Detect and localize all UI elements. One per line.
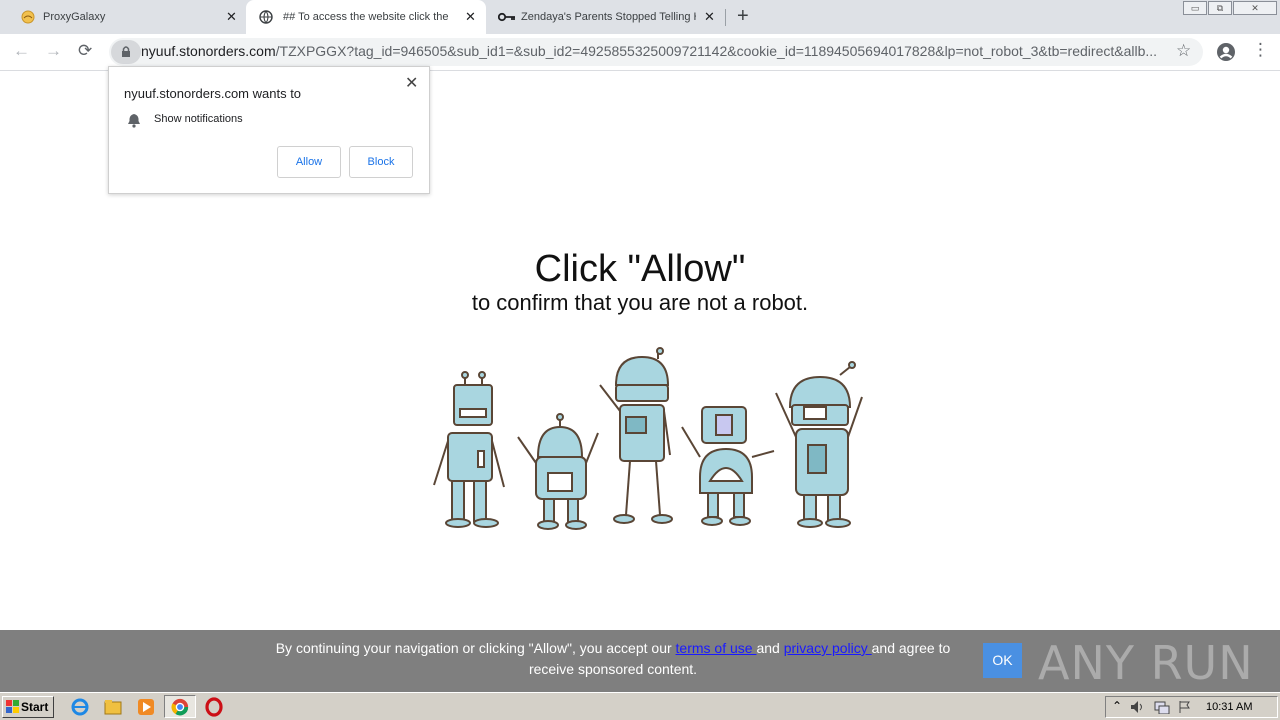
windows-logo-icon: [6, 700, 19, 713]
allow-button[interactable]: Allow: [277, 146, 341, 178]
page-headline: Click "Allow": [534, 248, 746, 290]
permission-label: Show notifications: [154, 113, 243, 125]
profile-avatar-icon[interactable]: [1216, 42, 1236, 62]
ok-button[interactable]: OK: [983, 643, 1022, 678]
url-text[interactable]: nyuuf.stonorders.com/TZXPGGX?tag_id=9465…: [141, 43, 1161, 59]
tab-label: Zendaya's Parents Stopped Telling H: [521, 11, 696, 23]
tab-separator: [725, 9, 726, 26]
tab-close-icon[interactable]: ✕: [465, 9, 476, 25]
cookie-consent-text: By continuing your navigation or clickin…: [258, 638, 968, 680]
bell-icon: [128, 114, 140, 128]
tab-label: ProxyGalaxy: [43, 11, 106, 23]
restore-window-button[interactable]: ⧉: [1208, 1, 1232, 15]
internet-explorer-icon[interactable]: [70, 697, 90, 717]
page-subline: to confirm that you are not a robot.: [471, 290, 809, 315]
globe-icon: [259, 10, 273, 24]
tab-active[interactable]: ## To access the website click the "A ✕: [246, 0, 486, 34]
privacy-policy-link[interactable]: privacy policy: [784, 640, 872, 656]
popup-close-icon[interactable]: ✕: [405, 73, 418, 93]
new-tab-icon[interactable]: +: [737, 5, 749, 28]
key-icon: [498, 12, 515, 22]
back-arrow-icon[interactable]: ←: [13, 41, 30, 61]
file-explorer-icon[interactable]: [103, 697, 123, 717]
lock-icon: [122, 46, 130, 57]
robot-3-figure: [599, 347, 673, 524]
volume-icon[interactable]: [1130, 700, 1146, 714]
address-bar[interactable]: nyuuf.stonorders.com/TZXPGGX?tag_id=9465…: [109, 38, 1203, 66]
robot-5-figure: [775, 361, 863, 528]
chrome-icon: [171, 698, 189, 716]
tab-zendaya[interactable]: Zendaya's Parents Stopped Telling H ✕: [486, 0, 724, 34]
tab-proxygalaxy[interactable]: ProxyGalaxy ✕: [8, 0, 246, 34]
action-center-flag-icon[interactable]: [1178, 700, 1192, 714]
proxygalaxy-favicon-icon: [21, 10, 35, 24]
robot-2-figure: [517, 413, 599, 530]
opera-icon[interactable]: [204, 697, 224, 717]
tab-strip: ProxyGalaxy ✕ ## To access the website c…: [0, 0, 1280, 34]
system-tray: ⌃ 10:31 AM: [1105, 696, 1278, 718]
tray-expand-icon[interactable]: ⌃: [1112, 699, 1122, 713]
reload-icon[interactable]: ⟳: [78, 41, 92, 61]
consent-text-and: and: [756, 640, 784, 656]
tab-label: ## To access the website click the "A: [283, 11, 451, 23]
url-host: nyuuf.stonorders.com: [141, 43, 276, 59]
network-icon[interactable]: [1154, 700, 1170, 714]
consent-text-start: By continuing your navigation or clickin…: [275, 640, 676, 656]
bookmark-star-icon[interactable]: ☆: [1176, 41, 1191, 61]
chrome-taskbar-button[interactable]: [164, 695, 196, 718]
notification-permission-popup: nyuuf.stonorders.com wants to ✕ Show not…: [108, 66, 430, 194]
site-info-chip[interactable]: [111, 40, 141, 64]
menu-kebab-icon[interactable]: ⋮: [1252, 40, 1269, 60]
anyrun-watermark: ANY RUN: [1038, 636, 1254, 690]
tab-close-icon[interactable]: ✕: [704, 9, 715, 25]
start-label: Start: [21, 700, 49, 714]
media-player-icon[interactable]: [136, 697, 156, 717]
robot-4-figure: [681, 406, 775, 526]
tab-close-icon[interactable]: ✕: [226, 9, 237, 25]
taskbar-clock[interactable]: 10:31 AM: [1206, 701, 1252, 713]
cookie-consent-bar: By continuing your navigation or clickin…: [0, 630, 1280, 692]
os-taskbar: Start ⌃ 10:31 AM: [0, 692, 1280, 720]
close-window-button[interactable]: ✕: [1233, 1, 1277, 15]
start-button[interactable]: Start: [2, 696, 54, 718]
url-path: /TZXPGGX?tag_id=946505&sub_id1=&sub_id2=…: [275, 43, 1158, 59]
terms-of-use-link[interactable]: terms of use: [676, 640, 757, 656]
minimize-window-button[interactable]: ▭: [1183, 1, 1207, 15]
robots-illustration: [433, 347, 863, 530]
forward-arrow-icon[interactable]: →: [45, 41, 62, 61]
robot-1-figure: [433, 371, 505, 528]
block-button[interactable]: Block: [349, 146, 413, 178]
popup-title: nyuuf.stonorders.com wants to: [124, 86, 302, 101]
